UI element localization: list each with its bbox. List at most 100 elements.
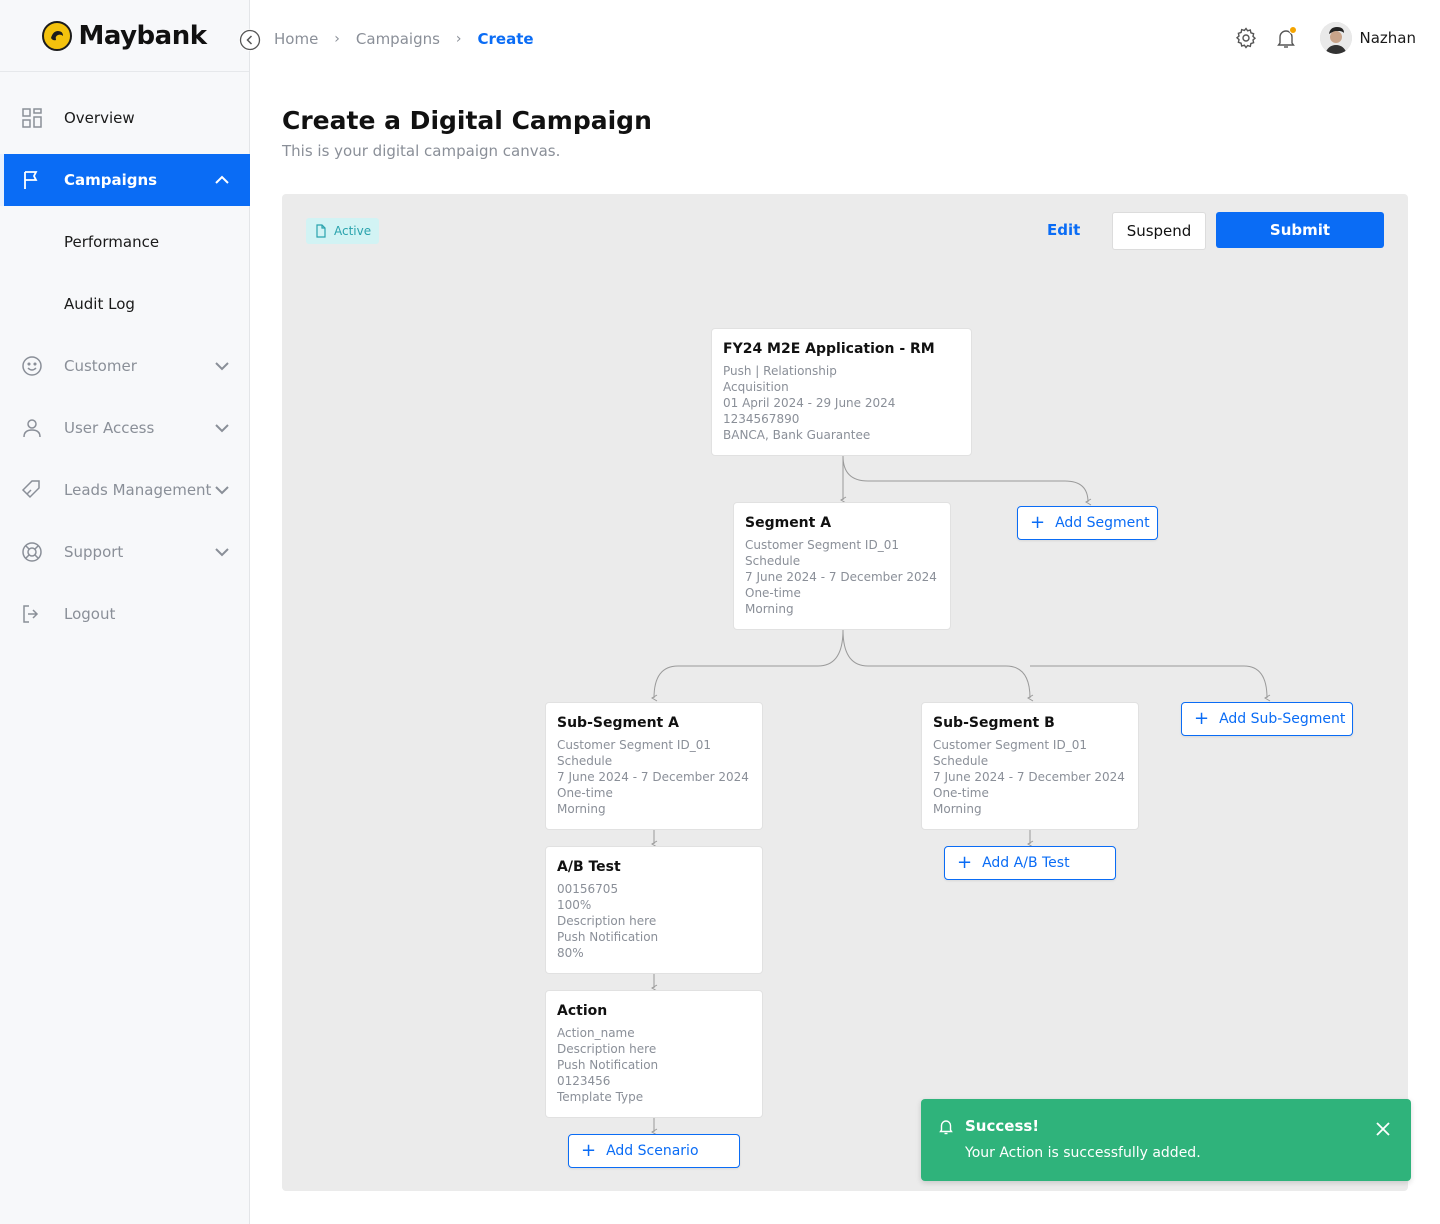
sidebar-item-label: Logout xyxy=(64,605,116,623)
action-card[interactable]: Action Action_name Description here Push… xyxy=(545,990,763,1118)
brand-name: Maybank xyxy=(78,20,207,51)
gear-icon xyxy=(1235,27,1256,49)
chevron-down-icon[interactable] xyxy=(212,418,232,438)
chevron-left-icon xyxy=(239,29,261,51)
chevron-down-icon[interactable] xyxy=(212,480,232,500)
toast-message: Your Action is successfully added. xyxy=(965,1145,1201,1161)
card-title: Segment A xyxy=(745,515,832,531)
avatar[interactable] xyxy=(1319,22,1352,54)
add-ab-test-label: Add A/B Test xyxy=(982,855,1070,871)
chevron-up-icon[interactable] xyxy=(212,170,232,190)
add-sub-segment-label: Add Sub-Segment xyxy=(1219,711,1346,727)
header-actions: Nazhan xyxy=(1218,22,1417,54)
card-line: Morning xyxy=(557,802,606,816)
sidebar-item-leads-management[interactable]: Leads Management xyxy=(0,464,250,516)
add-scenario-button[interactable]: + Add Scenario xyxy=(568,1134,740,1168)
segment-card[interactable]: Segment A Customer Segment ID_01 Schedul… xyxy=(733,502,951,630)
breadcrumb-campaigns[interactable]: Campaigns xyxy=(356,30,440,48)
bell-icon xyxy=(939,1120,953,1135)
sidebar-subitem-audit-log[interactable]: Audit Log xyxy=(64,295,135,313)
card-line: 1234567890 xyxy=(723,412,800,426)
collapse-sidebar-button[interactable] xyxy=(239,29,261,51)
notification-dot xyxy=(1288,26,1297,34)
chevron-down-icon[interactable] xyxy=(212,542,232,562)
sidebar-item-label: Campaigns xyxy=(64,171,158,189)
sidebar-item-customer[interactable]: Customer xyxy=(0,340,250,392)
card-line: Schedule xyxy=(557,754,613,768)
sidebar-item-user-access[interactable]: User Access xyxy=(0,402,250,454)
user-name[interactable]: Nazhan xyxy=(1360,29,1417,47)
page-subtitle: This is your digital campaign canvas. xyxy=(282,142,561,160)
sidebar-subitem-performance[interactable]: Performance xyxy=(64,233,159,251)
user-icon xyxy=(23,419,41,438)
card-title: A/B Test xyxy=(557,859,621,875)
card-line: 7 June 2024 - 7 December 2024 xyxy=(557,770,749,784)
sub-segment-card[interactable]: Sub-Segment B Customer Segment ID_01 Sch… xyxy=(921,702,1139,830)
campaign-card[interactable]: FY24 M2E Application - RM Push | Relatio… xyxy=(711,328,972,456)
add-ab-test-button[interactable]: + Add A/B Test xyxy=(944,846,1116,880)
card-line: 01 April 2024 - 29 June 2024 xyxy=(723,396,896,410)
tag-icon xyxy=(21,480,40,499)
card-title: Sub-Segment B xyxy=(933,715,1055,731)
flag-icon xyxy=(24,171,38,189)
add-sub-segment-button[interactable]: + Add Sub-Segment xyxy=(1181,702,1353,736)
card-line: Customer Segment ID_01 xyxy=(745,538,899,552)
card-line: BANCA, Bank Guarantee xyxy=(723,428,871,442)
brand-logo[interactable]: Maybank xyxy=(0,0,249,72)
close-icon[interactable] xyxy=(1373,1119,1393,1139)
logout-icon xyxy=(23,605,39,623)
edit-button[interactable]: Edit xyxy=(1047,221,1080,239)
sidebar-item-label: User Access xyxy=(64,419,155,437)
card-line: One-time xyxy=(745,586,801,600)
sidebar-item-logout[interactable]: Logout xyxy=(0,588,250,640)
success-toast: Success! Your Action is successfully add… xyxy=(921,1099,1411,1181)
card-title: Action xyxy=(557,1003,608,1019)
sub-segment-card[interactable]: Sub-Segment A Customer Segment ID_01 Sch… xyxy=(545,702,763,830)
sidebar-item-support[interactable]: Support xyxy=(0,526,250,578)
sidebar-item-label: Leads Management xyxy=(64,481,212,499)
page-title: Create a Digital Campaign xyxy=(282,106,652,135)
toast-title: Success! xyxy=(965,1117,1040,1135)
card-line: Acquisition xyxy=(723,380,789,394)
add-segment-button[interactable]: + Add Segment xyxy=(1017,506,1158,540)
card-line: 00156705 xyxy=(557,882,619,896)
status-badge-label: Active xyxy=(334,224,372,238)
chevron-down-icon[interactable] xyxy=(212,356,232,376)
breadcrumb-home[interactable]: Home xyxy=(274,30,318,48)
sidebar-item-label: Overview xyxy=(64,109,135,127)
card-line: Template Type xyxy=(557,1090,644,1104)
card-line: One-time xyxy=(933,786,989,800)
submit-button[interactable]: Submit xyxy=(1216,212,1384,248)
smiley-icon xyxy=(22,356,42,376)
card-line: 80% xyxy=(557,946,584,960)
sidebar-item-label: Support xyxy=(64,543,124,561)
sidebar-item-label: Customer xyxy=(64,357,137,375)
breadcrumb-current: Create xyxy=(477,30,534,48)
ab-test-card[interactable]: A/B Test 00156705 100% Description here … xyxy=(545,846,763,974)
card-title: FY24 M2E Application - RM xyxy=(723,341,935,357)
card-title: Sub-Segment A xyxy=(557,715,679,731)
settings-button[interactable] xyxy=(1234,26,1258,50)
campaign-canvas: Active Edit Suspend Submit FY24 M2E Appl… xyxy=(282,194,1408,1191)
notifications-button[interactable] xyxy=(1274,26,1298,50)
card-line: Schedule xyxy=(745,554,801,568)
user-photo-icon xyxy=(1319,22,1352,54)
grid-icon xyxy=(22,108,42,128)
plus-icon: + xyxy=(1030,512,1046,533)
sidebar-item-overview[interactable]: Overview xyxy=(0,92,250,144)
card-line: Schedule xyxy=(933,754,989,768)
card-line: 0123456 xyxy=(557,1074,611,1088)
breadcrumb-chevron-icon: › xyxy=(455,31,462,47)
sidebar: Maybank Overview Campaigns Performance A… xyxy=(0,0,250,1224)
sidebar-item-campaigns[interactable]: Campaigns xyxy=(0,154,250,206)
card-line: 7 June 2024 - 7 December 2024 xyxy=(745,570,937,584)
card-line: Push | Relationship xyxy=(723,364,837,378)
tiger-logo-icon xyxy=(42,20,73,51)
suspend-button[interactable]: Suspend xyxy=(1112,212,1206,250)
breadcrumb: Home › Campaigns › Create xyxy=(274,30,534,48)
card-line: Description here xyxy=(557,1042,657,1056)
breadcrumb-chevron-icon: › xyxy=(334,31,340,47)
plus-icon: + xyxy=(581,1140,597,1161)
card-line: Customer Segment ID_01 xyxy=(933,738,1087,752)
card-line: Push Notification xyxy=(557,1058,659,1072)
